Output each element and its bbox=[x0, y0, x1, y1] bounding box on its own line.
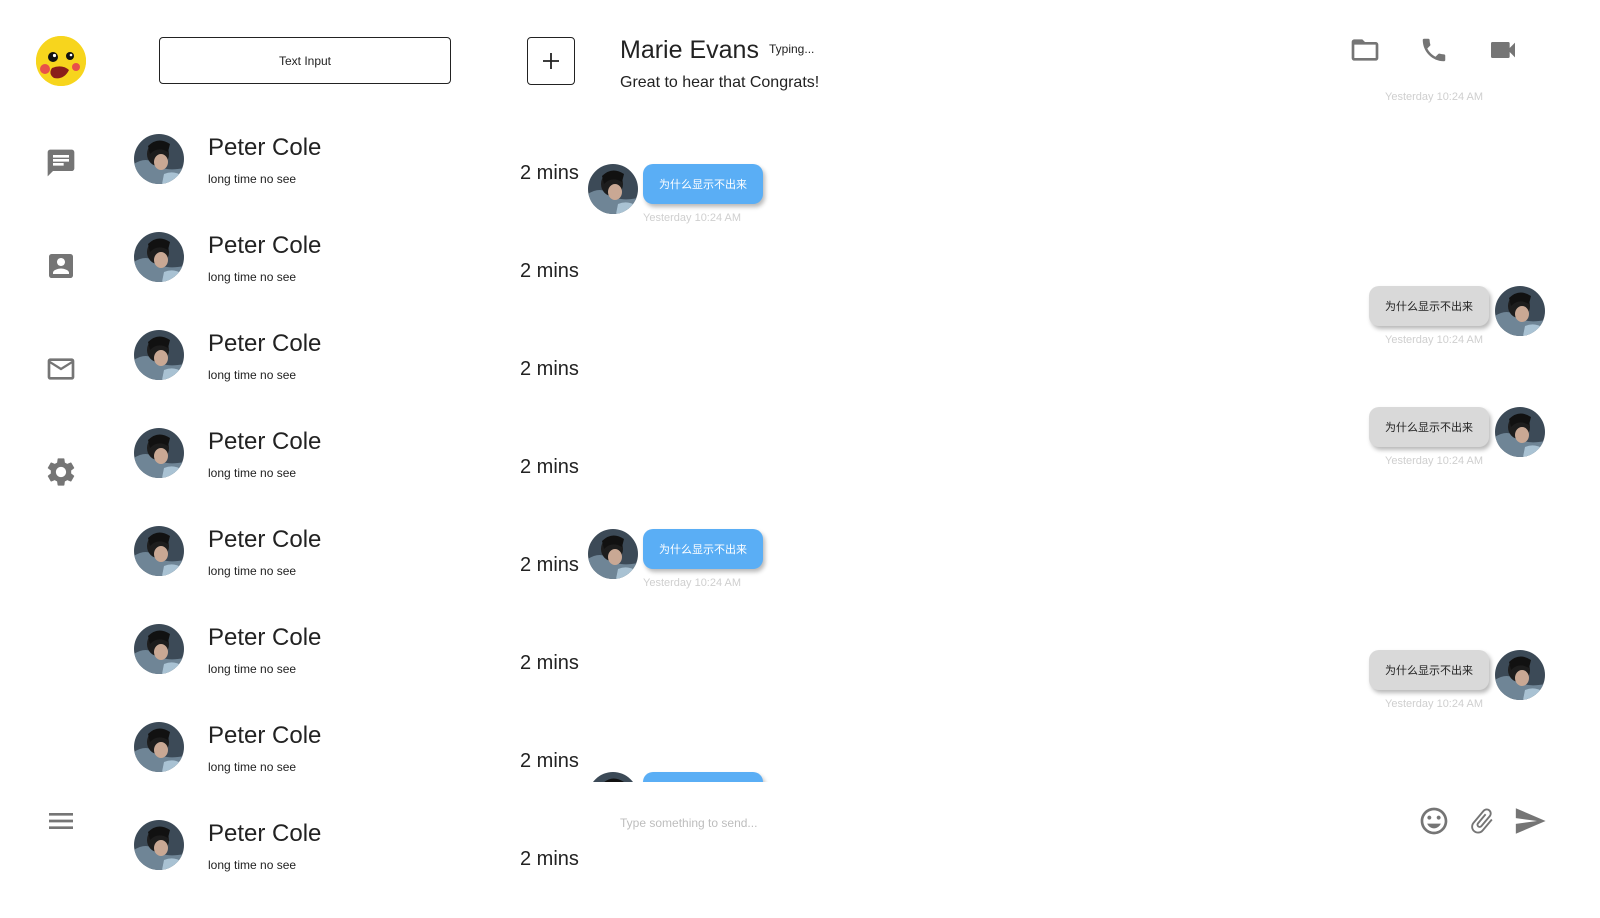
contact-name: Peter Cole bbox=[208, 428, 322, 455]
plus-icon bbox=[543, 53, 559, 69]
message-bubble[interactable]: 为什么显示不出来 bbox=[643, 772, 763, 782]
contact-time: 2 mins bbox=[520, 162, 579, 184]
attach-icon[interactable] bbox=[1465, 804, 1499, 838]
contacts-icon[interactable] bbox=[44, 249, 78, 283]
contact-name: Peter Cole bbox=[208, 526, 322, 553]
contact-time: 2 mins bbox=[520, 652, 579, 674]
message-timestamp: Yesterday 10:24 AM bbox=[643, 577, 742, 589]
contact-name: Peter Cole bbox=[208, 624, 322, 651]
message-timestamp: Yesterday 10:24 AM bbox=[643, 212, 742, 224]
contact-last-message: long time no see bbox=[208, 466, 297, 480]
avatar bbox=[134, 428, 184, 478]
avatar bbox=[1495, 650, 1545, 700]
settings-icon[interactable] bbox=[44, 455, 78, 489]
contact-last-message: long time no see bbox=[208, 172, 297, 186]
message-thread[interactable]: Yesterday 10:24 AM 为什么显示不出来 Yesterday 10:… bbox=[585, 92, 1600, 782]
avatar bbox=[588, 529, 638, 579]
contact-time: 2 mins bbox=[520, 358, 579, 380]
avatar bbox=[134, 330, 184, 380]
video-camera-icon[interactable] bbox=[1486, 33, 1520, 67]
contact-last-message: long time no see bbox=[208, 858, 297, 872]
search-input[interactable] bbox=[159, 37, 451, 84]
menu-icon[interactable] bbox=[44, 804, 78, 838]
chat-contact-name: Marie Evans bbox=[620, 36, 759, 64]
mail-icon[interactable] bbox=[44, 352, 78, 386]
contact-time: 2 mins bbox=[520, 848, 579, 870]
typing-indicator: Typing... bbox=[769, 42, 815, 56]
message-bubble[interactable]: 为什么显示不出来 bbox=[1369, 407, 1489, 447]
contact-name: Peter Cole bbox=[208, 820, 322, 847]
message-bubble[interactable]: 为什么显示不出来 bbox=[643, 529, 763, 569]
phone-icon[interactable] bbox=[1417, 33, 1451, 67]
contact-name: Peter Cole bbox=[208, 722, 322, 749]
contact-name: Peter Cole bbox=[208, 232, 322, 259]
contact-last-message: long time no see bbox=[208, 368, 297, 382]
avatar bbox=[1495, 407, 1545, 457]
message-timestamp: Yesterday 10:24 AM bbox=[1385, 698, 1484, 710]
contact-name: Peter Cole bbox=[208, 330, 322, 357]
avatar bbox=[134, 820, 184, 870]
message-bubble[interactable]: 为什么显示不出来 bbox=[1369, 650, 1489, 690]
contact-list-item[interactable]: Peter Cole long time no see 2 mins bbox=[134, 134, 594, 232]
send-icon[interactable] bbox=[1513, 804, 1547, 838]
contact-time: 2 mins bbox=[520, 554, 579, 576]
contact-list-item[interactable]: Peter Cole long time no see 2 mins bbox=[134, 722, 594, 820]
contact-list-item[interactable]: Peter Cole long time no see 2 mins bbox=[134, 820, 594, 918]
chat-status-text: Great to hear that Congrats! bbox=[620, 74, 820, 91]
contact-time: 2 mins bbox=[520, 456, 579, 478]
emoji-icon[interactable] bbox=[1417, 804, 1451, 838]
contact-time: 2 mins bbox=[520, 260, 579, 282]
avatar bbox=[588, 772, 638, 782]
avatar bbox=[134, 722, 184, 772]
message-timestamp: Yesterday 10:24 AM bbox=[1385, 92, 1484, 103]
contact-name: Peter Cole bbox=[208, 134, 322, 161]
contact-last-message: long time no see bbox=[208, 564, 297, 578]
contact-list-item[interactable]: Peter Cole long time no see 2 mins bbox=[134, 330, 594, 428]
chat-icon[interactable] bbox=[44, 146, 78, 180]
avatar bbox=[134, 134, 184, 184]
contact-list-item[interactable]: Peter Cole long time no see 2 mins bbox=[134, 526, 594, 624]
message-timestamp: Yesterday 10:24 AM bbox=[1385, 455, 1484, 467]
avatar bbox=[588, 164, 638, 214]
message-bubble[interactable]: 为什么显示不出来 bbox=[643, 164, 763, 204]
avatar bbox=[134, 526, 184, 576]
app-logo bbox=[36, 36, 86, 86]
contact-last-message: long time no see bbox=[208, 270, 297, 284]
contact-time: 2 mins bbox=[520, 750, 579, 772]
folder-icon[interactable] bbox=[1348, 33, 1382, 67]
message-bubble[interactable]: 为什么显示不出来 bbox=[1369, 286, 1489, 326]
avatar bbox=[134, 624, 184, 674]
contact-list-item[interactable]: Peter Cole long time no see 2 mins bbox=[134, 428, 594, 526]
contact-last-message: long time no see bbox=[208, 662, 297, 676]
duck-logo-icon bbox=[36, 36, 86, 86]
contact-list-item[interactable]: Peter Cole long time no see 2 mins bbox=[134, 624, 594, 722]
contact-last-message: long time no see bbox=[208, 760, 297, 774]
message-input[interactable] bbox=[620, 808, 1380, 838]
message-timestamp: Yesterday 10:24 AM bbox=[1385, 334, 1484, 346]
avatar bbox=[1495, 286, 1545, 336]
avatar bbox=[134, 232, 184, 282]
add-chat-button[interactable] bbox=[527, 37, 575, 85]
contact-list-item[interactable]: Peter Cole long time no see 2 mins bbox=[134, 232, 594, 330]
